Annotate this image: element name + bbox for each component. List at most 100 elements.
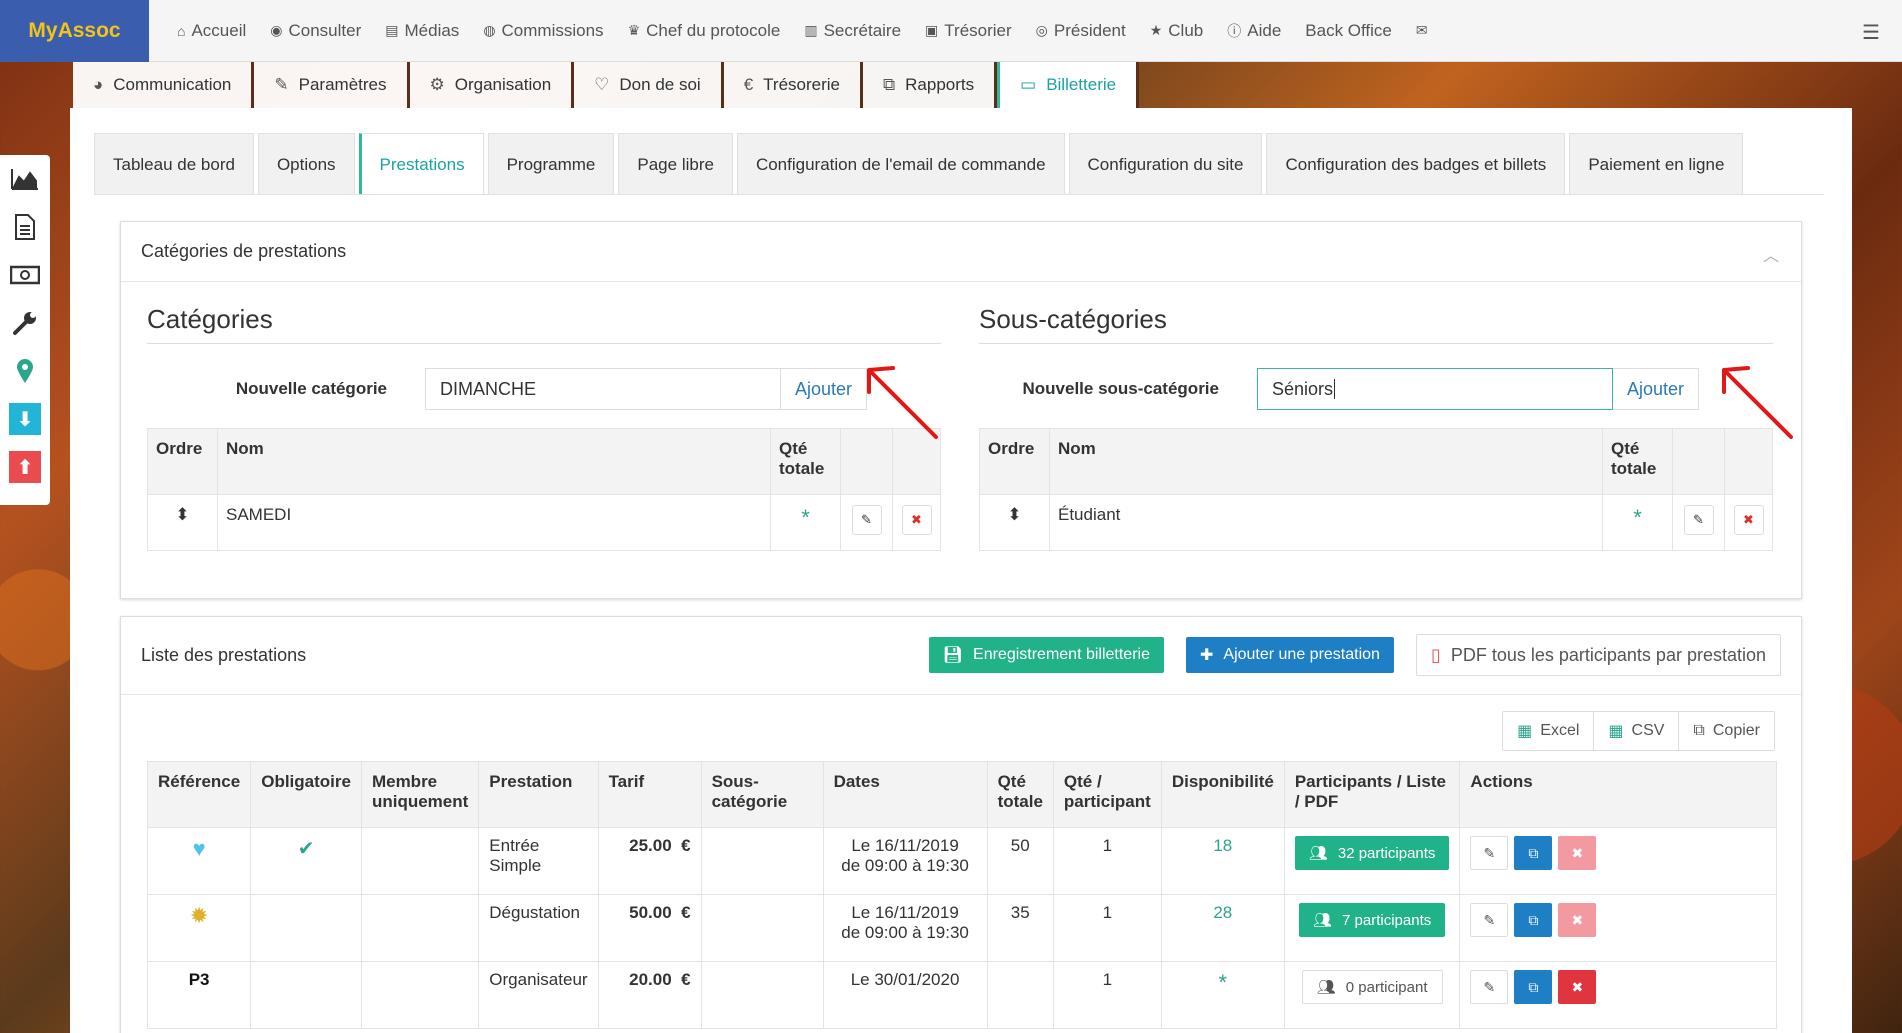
map-marker-icon[interactable]	[0, 347, 50, 395]
subtab-5[interactable]: Configuration de l'email de commande	[736, 133, 1065, 195]
subtab-6[interactable]: Configuration du site	[1068, 133, 1263, 195]
module-tab-billetterie[interactable]: ▭ Billetterie	[997, 62, 1140, 108]
pdf-participants-button[interactable]: ▯ PDF tous les participants par prestatio…	[1415, 634, 1781, 676]
edit-icon[interactable]: ✎	[851, 505, 882, 535]
column-header: Disponibilité	[1160, 761, 1285, 828]
module-tab-rapports[interactable]: ⧉ Rapports	[863, 62, 998, 108]
topnav-item-commissions[interactable]: ◍ Commissions	[471, 21, 615, 41]
topnav-item-club[interactable]: ★ Club	[1138, 21, 1216, 41]
csv-button[interactable]: ▦ CSV	[1594, 712, 1680, 750]
edit-icon[interactable]: ✎	[1683, 505, 1714, 535]
participants-button[interactable]: 👥︎ 7 participants	[1298, 903, 1446, 937]
total-qty-cell: 35	[986, 894, 1054, 962]
topnav-item-chef-du-protocole[interactable]: ♛ Chef du protocole	[616, 21, 793, 41]
heart-icon: ♥	[192, 836, 206, 861]
csv-icon: ▦	[1608, 723, 1624, 740]
participants-button[interactable]: 👥︎ 32 participants	[1294, 836, 1450, 870]
delete-icon[interactable]: ✖	[1558, 970, 1597, 1004]
wrench-icon[interactable]	[0, 299, 50, 347]
topnav-item-tr-sorier[interactable]: ▣ Trésorier	[913, 21, 1024, 41]
column-header: Ordre	[979, 428, 1050, 495]
prestation-name: Organisateur	[478, 961, 599, 1029]
sort-icon[interactable]: ⬍	[147, 494, 218, 551]
edit-icon[interactable]: ✎	[1470, 970, 1509, 1004]
upload-icon[interactable]: ⬆	[0, 443, 50, 491]
money-icon[interactable]	[0, 251, 50, 299]
subtab-4[interactable]: Page libre	[618, 133, 733, 195]
subcategory-cell	[700, 827, 824, 895]
new-subcategory-input[interactable]: Séniors	[1257, 368, 1613, 410]
main-panel: Tableau de bord Options Prestations Program…	[70, 108, 1852, 1033]
subtab-2[interactable]: Prestations	[358, 133, 484, 195]
module-tab-label: Organisation	[454, 75, 552, 94]
topnav-item-secr-taire[interactable]: ▥ Secrétaire	[792, 21, 913, 41]
new-subcategory-label: Nouvelle sous-catégorie	[1022, 379, 1219, 398]
save-icon: 💾︎	[942, 647, 964, 664]
topnav-item-m-dias[interactable]: ▤ Médias	[373, 21, 471, 41]
categories-heading: Catégories	[147, 304, 941, 344]
edit-icon[interactable]: ✎	[1470, 903, 1509, 937]
topnav-item-consulter[interactable]: ◉ Consulter	[258, 21, 373, 41]
column-header: Membre uniquement	[360, 761, 480, 828]
topnav-label: Président	[1053, 20, 1126, 40]
copy-icon: ⧉	[1693, 722, 1705, 739]
annotation-arrow-left	[867, 366, 938, 439]
new-category-input[interactable]: DIMANCHE	[425, 368, 781, 410]
categories-panel-header[interactable]: Catégories de prestations ︿	[121, 222, 1801, 282]
chevron-up-icon[interactable]: ︿	[1763, 242, 1779, 266]
topnav-item-accueil[interactable]: ⌂ Accueil	[165, 21, 258, 41]
category-name: SAMEDI	[217, 494, 771, 551]
table-row: ♥ ✔ Entrée Simple 25.00 € Le 16/11/2019 de 09…	[146, 827, 1777, 895]
add-category-button[interactable]: Ajouter	[781, 368, 868, 410]
topnav-label: Consulter	[288, 20, 362, 40]
excel-button[interactable]: ▦ Excel	[1503, 712, 1595, 750]
delete-icon[interactable]: ✖	[901, 505, 932, 535]
document-icon[interactable]	[0, 203, 50, 251]
eye-icon: ◉	[270, 22, 283, 38]
delete-icon[interactable]: ✖	[1558, 836, 1597, 870]
edit-icon[interactable]: ✎	[1470, 836, 1509, 870]
column-header: Obligatoire	[250, 761, 362, 828]
brand-logo[interactable]: MyAssoc	[0, 0, 149, 62]
topnav-item-aide[interactable]: ⓘ Aide	[1215, 21, 1293, 41]
menu-toggle-icon[interactable]: ☰	[1862, 20, 1880, 45]
new-category-form: Nouvelle catégorie DIMANCHE Ajouter	[147, 368, 941, 410]
file-icon: ▤	[385, 22, 399, 38]
subtab-0[interactable]: Tableau de bord	[94, 133, 254, 195]
topnav-item-back-office[interactable]: Back Office	[1293, 21, 1404, 41]
subtab-8[interactable]: Paiement en ligne	[1569, 133, 1744, 195]
area-chart-icon[interactable]	[0, 155, 50, 203]
excel-label: Excel	[1540, 722, 1580, 739]
module-tab-communication[interactable]: ◕ Communication	[73, 62, 255, 108]
save-ticketing-button[interactable]: 💾︎ Enregistrement billetterie	[928, 637, 1164, 673]
members-only-cell	[360, 827, 480, 895]
download-icon[interactable]: ⬇	[0, 395, 50, 443]
price-cell: 50.00 €	[597, 894, 702, 962]
module-tab-param-tres[interactable]: ✎ Paramètres	[254, 62, 410, 108]
time-line: de 09:00 à 19:30	[841, 923, 969, 942]
subtab-3[interactable]: Programme	[487, 133, 615, 195]
duplicate-icon[interactable]: ⧉	[1514, 903, 1553, 937]
participants-button[interactable]: 👥︎ 0 participant	[1301, 970, 1443, 1004]
copy-button[interactable]: ⧉ Copier	[1679, 712, 1774, 750]
topnav-item-pr-sident[interactable]: ◎ Président	[1024, 21, 1138, 41]
delete-icon[interactable]: ✖	[1558, 903, 1597, 937]
module-tab-tr-sorerie[interactable]: € Trésorerie	[724, 62, 863, 108]
duplicate-icon[interactable]: ⧉	[1514, 970, 1553, 1004]
left-toolbar: ⬇ ⬆	[0, 155, 50, 505]
participants-label: 0 participant	[1345, 978, 1428, 996]
duplicate-icon[interactable]: ⧉	[1514, 836, 1553, 870]
topnav-item-envelope-icon[interactable]: ✉	[1404, 22, 1440, 39]
sort-icon[interactable]: ⬍	[979, 494, 1050, 551]
subcategory-name: Étudiant	[1049, 494, 1603, 551]
module-tab-organisation[interactable]: ⚙ Organisation	[410, 62, 575, 108]
add-prestation-label: Ajouter une prestation	[1223, 646, 1380, 663]
subtab-7[interactable]: Configuration des badges et billets	[1266, 133, 1566, 195]
subtab-1[interactable]: Options	[257, 133, 355, 195]
add-subcategory-button[interactable]: Ajouter	[1613, 368, 1700, 410]
add-prestation-button[interactable]: ✚ Ajouter une prestation	[1185, 637, 1394, 673]
dates-cell: Le 16/11/2019 de 09:00 à 19:30	[822, 827, 988, 895]
delete-icon[interactable]: ✖	[1733, 505, 1764, 535]
module-tab-label: Paramètres	[298, 75, 387, 94]
module-tab-don-de-soi[interactable]: ♡ Don de soi	[574, 62, 724, 108]
